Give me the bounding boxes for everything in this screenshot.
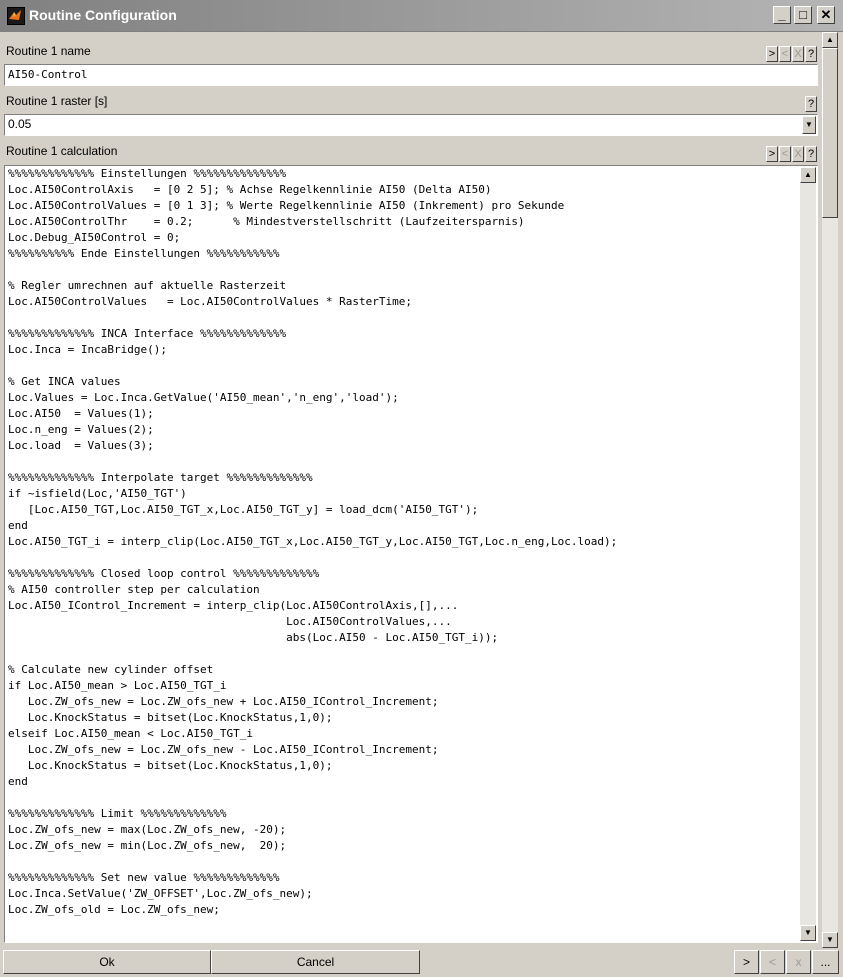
window-scrollbar[interactable]: ▲ ▼ (822, 32, 838, 948)
raster-help-button[interactable]: ? (805, 96, 817, 112)
footer-delete-button[interactable]: x (786, 950, 811, 974)
cancel-button[interactable]: Cancel (211, 950, 420, 974)
code-scrollbar[interactable]: ▲ ▼ (800, 167, 816, 941)
name-next-button[interactable]: > (766, 46, 778, 62)
calculation-code-editor[interactable]: %%%%%%%%%%%%% Einstellungen %%%%%%%%%%%%… (4, 165, 818, 943)
routine-name-label: Routine 1 name (6, 44, 91, 58)
matlab-logo-icon (7, 7, 25, 25)
calc-next-button[interactable]: > (766, 146, 778, 162)
name-help-button[interactable]: ? (805, 46, 817, 62)
dialog-body: Routine 1 name > < X ? AI50-Control Rout… (0, 32, 843, 977)
routine-calculation-label: Routine 1 calculation (6, 144, 118, 158)
footer-next-button[interactable]: > (734, 950, 759, 974)
routine-name-input[interactable]: AI50-Control (4, 64, 818, 86)
name-delete-button[interactable]: X (792, 46, 804, 62)
scroll-down-icon[interactable]: ▼ (800, 925, 816, 941)
close-button[interactable]: ✕ (817, 6, 835, 24)
window-scroll-down-icon[interactable]: ▼ (822, 932, 838, 948)
scroll-up-icon[interactable]: ▲ (800, 167, 816, 183)
routine-raster-select[interactable]: 0.05 ▼ (4, 114, 818, 136)
title-bar: Routine Configuration _ □ ✕ (0, 0, 843, 32)
window-scroll-up-icon[interactable]: ▲ (822, 32, 838, 48)
footer-more-button[interactable]: ... (812, 950, 839, 974)
calc-delete-button[interactable]: X (792, 146, 804, 162)
calc-help-button[interactable]: ? (805, 146, 817, 162)
name-prev-button[interactable]: < (779, 46, 791, 62)
ok-button[interactable]: Ok (3, 950, 211, 974)
window-title: Routine Configuration (29, 7, 177, 23)
button-bar: Ok Cancel > < x ... (0, 950, 843, 977)
routine-raster-label: Routine 1 raster [s] (6, 94, 108, 108)
calc-prev-button[interactable]: < (779, 146, 791, 162)
raster-value: 0.05 (8, 117, 32, 131)
dropdown-arrow-icon[interactable]: ▼ (802, 116, 816, 134)
maximize-button[interactable]: □ (794, 6, 812, 24)
minimize-button[interactable]: _ (773, 6, 791, 24)
footer-prev-button[interactable]: < (760, 950, 785, 974)
window-scroll-thumb[interactable] (822, 48, 838, 218)
calculation-code[interactable]: %%%%%%%%%%%%% Einstellungen %%%%%%%%%%%%… (8, 166, 617, 918)
